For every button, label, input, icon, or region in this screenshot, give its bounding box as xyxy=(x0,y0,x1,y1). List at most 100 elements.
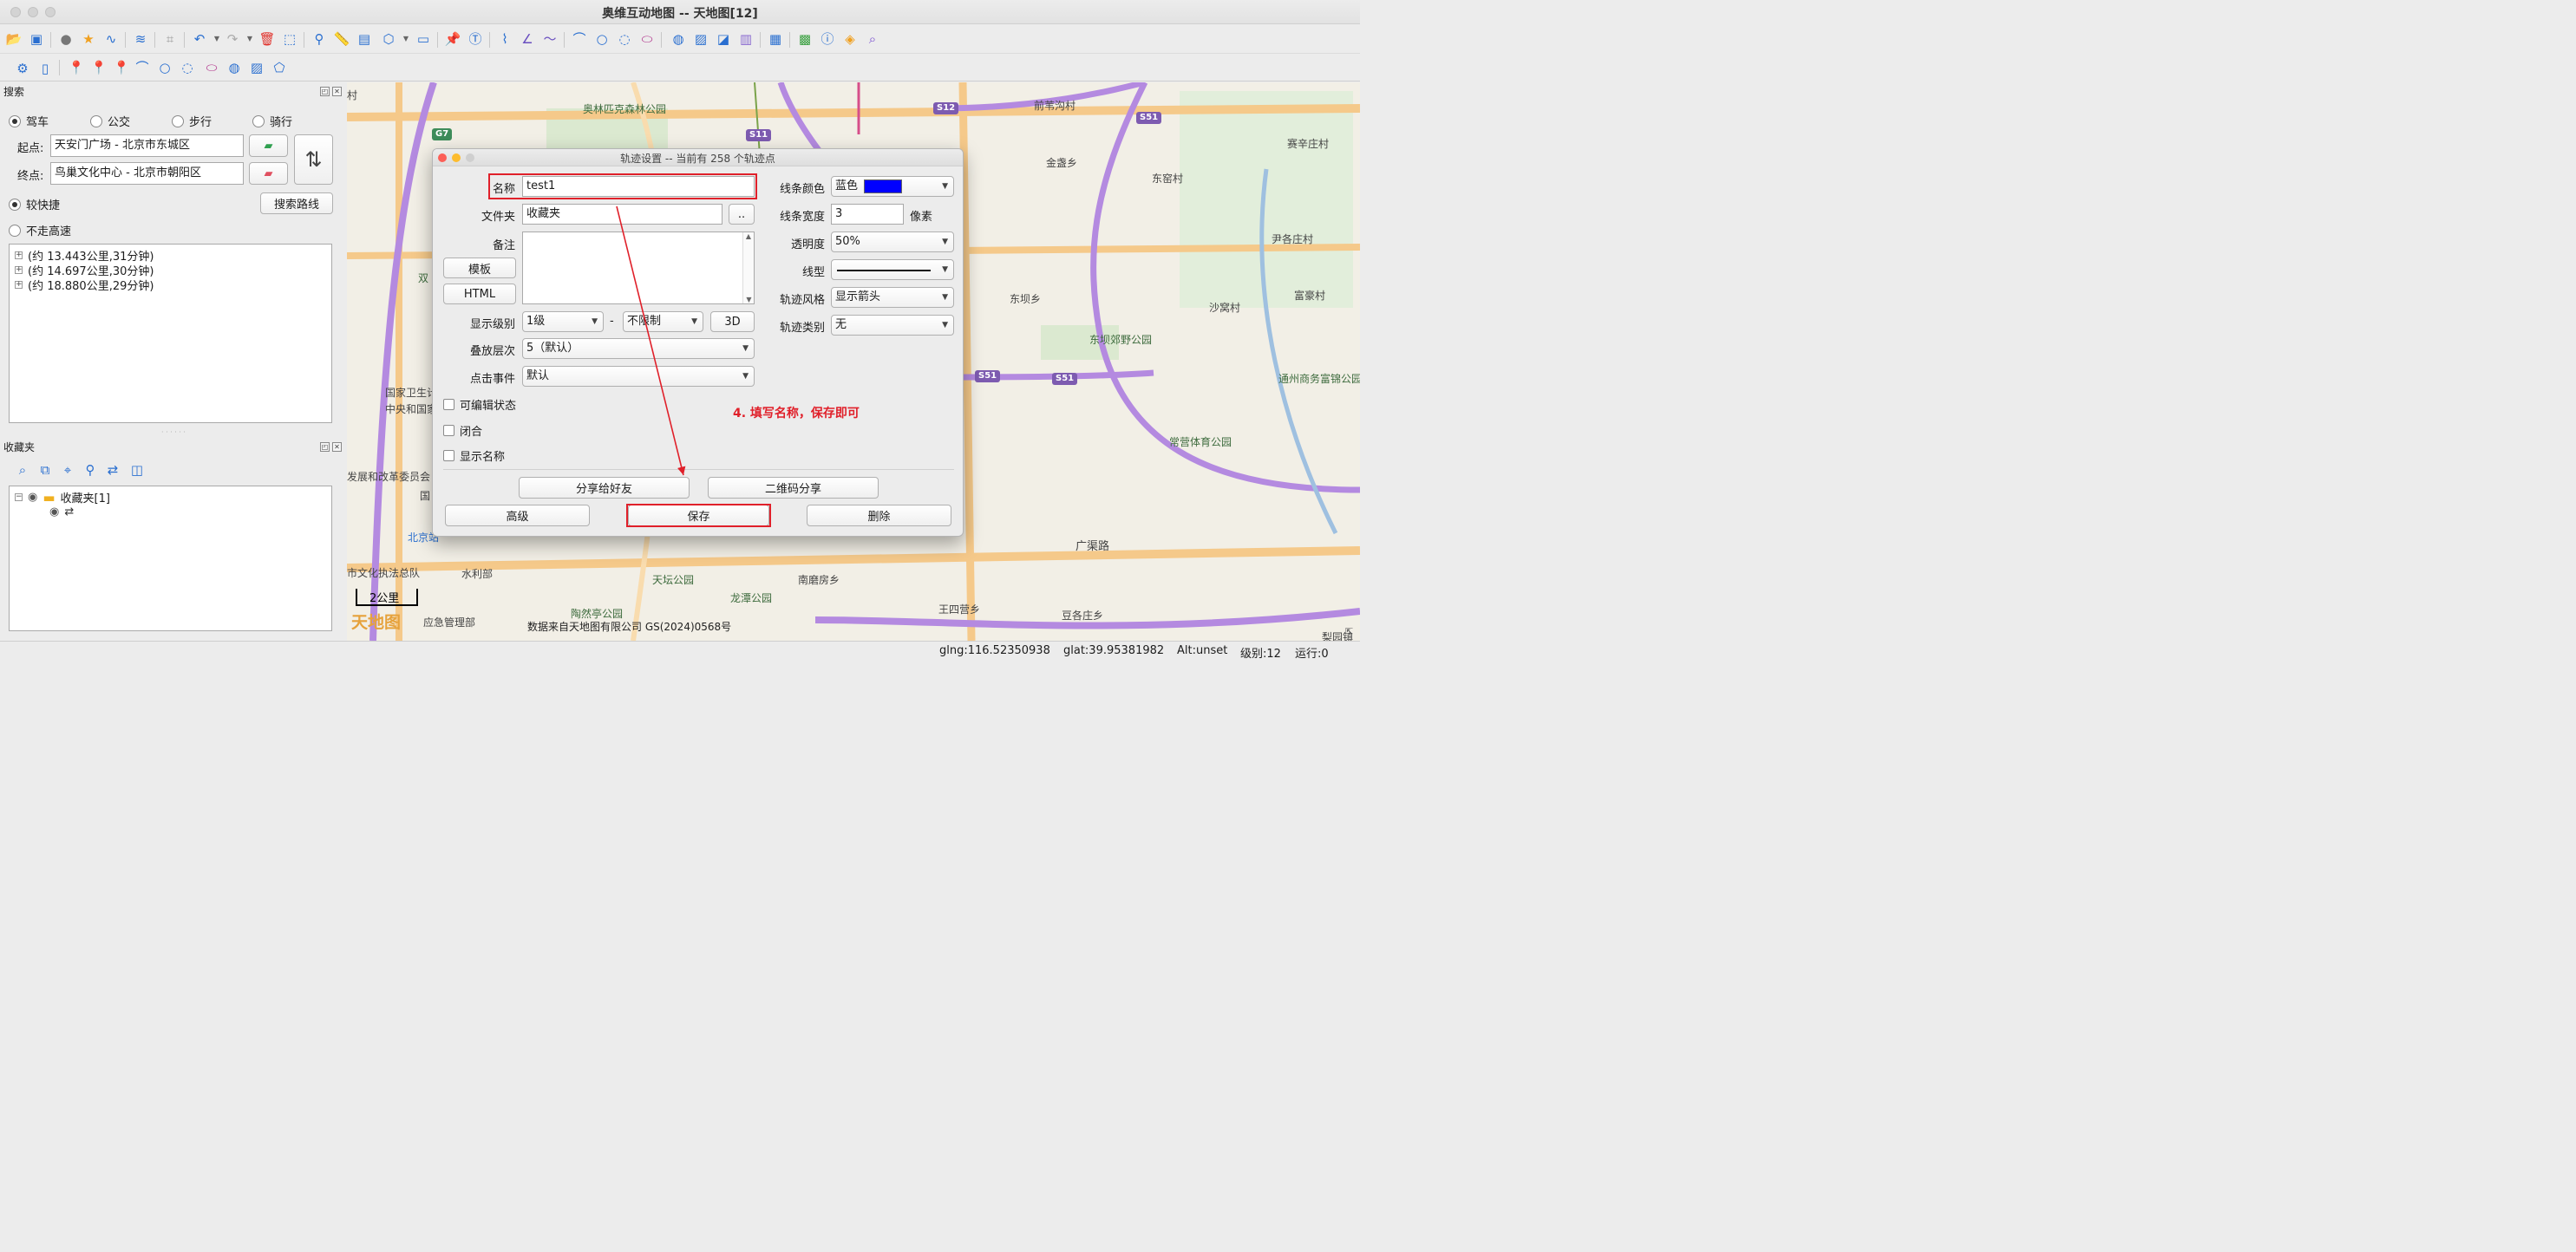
measure-area-icon[interactable]: ▤ xyxy=(356,30,373,48)
show-name-checkbox[interactable]: 显示名称 xyxy=(443,447,505,464)
track-type-select[interactable]: 无 ▼ xyxy=(831,315,954,336)
select-rect-icon[interactable]: ⬚ xyxy=(281,30,298,48)
undo-icon[interactable]: ↶ xyxy=(191,30,208,48)
info-icon[interactable]: ⓘ xyxy=(819,30,836,48)
line-type-select[interactable]: ▼ xyxy=(831,259,954,280)
favorites-folder-row[interactable]: − ◉ ▬ 收藏夹[1] xyxy=(15,489,110,505)
user-icon[interactable]: ● xyxy=(57,30,75,48)
arc-circle-tool-icon[interactable]: ◌ xyxy=(179,59,196,76)
template-button[interactable]: 模板 xyxy=(443,258,516,278)
track-style-select[interactable]: 显示箭头 ▼ xyxy=(831,287,954,308)
swap-button[interactable]: ⇅ xyxy=(294,134,333,185)
level-to-select[interactable]: 不限制 ▼ xyxy=(623,311,703,332)
mode-transit-radio[interactable]: 公交 xyxy=(90,113,130,129)
polyline-icon[interactable]: ⌇ xyxy=(496,30,513,48)
line-color-select[interactable]: 蓝色 ▼ xyxy=(831,176,954,197)
line-width-field[interactable]: 3 xyxy=(831,204,904,225)
close-panel-icon[interactable]: ✕ xyxy=(332,87,342,96)
search-icon[interactable]: ⌕ xyxy=(864,30,881,48)
fill-poly-icon[interactable]: ◪ xyxy=(715,30,732,48)
ellipse-tool-icon[interactable]: ⬭ xyxy=(203,59,220,76)
panel-splitter[interactable]: · · · · · · xyxy=(0,429,347,436)
fill-circle-tool-icon[interactable]: ◍ xyxy=(226,59,243,76)
curve-icon[interactable]: 〜 xyxy=(541,30,559,48)
closed-checkbox[interactable]: 闭合 xyxy=(443,422,482,439)
delete-icon[interactable]: 🗑 xyxy=(258,30,276,48)
table-icon[interactable]: ▦ xyxy=(767,30,784,48)
pref-no-highway-radio[interactable]: 不走高速 xyxy=(9,222,71,238)
search-favorites-icon[interactable]: ⌕ xyxy=(14,461,31,479)
angle-icon[interactable]: ∠ xyxy=(519,30,536,48)
camera-icon[interactable]: ▭ xyxy=(415,30,432,48)
favorites-track-row[interactable]: ◉ ⇄ xyxy=(49,505,74,518)
layer-order-select[interactable]: 5（默认） ▼ xyxy=(522,338,755,359)
qr-share-button[interactable]: 二维码分享 xyxy=(708,477,879,499)
fill-rect-icon[interactable]: ▨ xyxy=(692,30,709,48)
transfer-icon[interactable]: ⇄ xyxy=(104,461,121,479)
fill-rect-tool-icon[interactable]: ▨ xyxy=(248,59,265,76)
text-icon[interactable]: Ⓣ xyxy=(467,30,484,48)
opacity-select[interactable]: 50% ▼ xyxy=(831,231,954,252)
note-scrollbar[interactable]: ▲ ▼ xyxy=(742,232,754,303)
redo-icon[interactable]: ↷ xyxy=(224,30,241,48)
close-panel-icon[interactable]: ✕ xyxy=(332,442,342,452)
route-icon[interactable]: ∿ xyxy=(102,30,120,48)
diamond-icon[interactable]: ◈ xyxy=(841,30,859,48)
marker-icon[interactable]: ⚲ xyxy=(311,30,328,48)
pin-location-icon[interactable]: ⚲ xyxy=(82,461,99,479)
mode-walk-radio[interactable]: 步行 xyxy=(172,113,212,129)
ellipse-icon[interactable]: ⬭ xyxy=(638,30,656,48)
star-icon[interactable]: ★ xyxy=(80,30,97,48)
open-folder-icon[interactable]: 📂 xyxy=(5,30,23,48)
resize-corner-icon[interactable]: ⇱ xyxy=(1345,626,1357,638)
pin-icon[interactable]: 📌 xyxy=(444,30,461,48)
cube-dropdown-icon[interactable]: ▼ xyxy=(397,30,415,48)
start-pick-button[interactable]: ▰ xyxy=(249,134,288,157)
share-friend-button[interactable]: 分享给好友 xyxy=(519,477,690,499)
mode-bike-radio[interactable]: 骑行 xyxy=(252,113,292,129)
float-panel-icon[interactable]: ◰ xyxy=(320,442,330,452)
chat-icon[interactable]: ▩ xyxy=(796,30,814,48)
yellow-pushpin-icon[interactable]: 📍 xyxy=(68,59,85,76)
folder-browse-button[interactable]: .. xyxy=(729,204,755,225)
advanced-button[interactable]: 高级 xyxy=(445,505,590,526)
delete-button[interactable]: 删除 xyxy=(807,505,951,526)
pref-fast-radio[interactable]: 较快捷 xyxy=(9,196,60,212)
cube-icon[interactable]: ⬡ xyxy=(380,30,397,48)
locate-icon[interactable]: ⌖ xyxy=(59,461,76,479)
folder-field[interactable]: 收藏夹 xyxy=(522,204,722,225)
green-pushpin-icon[interactable]: 📍 xyxy=(113,59,130,76)
click-event-select[interactable]: 默认 ▼ xyxy=(522,366,755,387)
end-field[interactable]: 鸟巢文化中心 - 北京市朝阳区 xyxy=(50,162,244,185)
end-pick-button[interactable]: ▰ xyxy=(249,162,288,185)
level-from-select[interactable]: 1级 ▼ xyxy=(522,311,604,332)
mode-drive-radio[interactable]: 驾车 xyxy=(9,113,49,129)
settings-gear-icon[interactable]: ⚙ xyxy=(14,60,31,77)
shapes-icon[interactable]: ◫ xyxy=(128,461,146,479)
route-item[interactable]: + (约 18.880公里,29分钟) xyxy=(15,277,154,293)
polygon-tool-icon[interactable]: ⬠ xyxy=(271,59,288,76)
search-route-button[interactable]: 搜索路线 xyxy=(260,192,333,214)
copy-icon[interactable]: ⧉ xyxy=(36,461,54,479)
crop-icon[interactable]: ⌗ xyxy=(161,30,179,48)
fill-circle-icon[interactable]: ◍ xyxy=(670,30,687,48)
arc-icon[interactable]: ⌒ xyxy=(571,30,588,48)
circle-tool-icon[interactable]: ○ xyxy=(156,59,173,76)
html-button[interactable]: HTML xyxy=(443,284,516,304)
editable-checkbox[interactable]: 可编辑状态 xyxy=(443,396,516,413)
circle-icon[interactable]: ○ xyxy=(593,30,611,48)
arc-circle-icon[interactable]: ◌ xyxy=(616,30,633,48)
save-icon[interactable]: ▣ xyxy=(28,30,45,48)
document-icon[interactable]: ▯ xyxy=(36,60,54,77)
columns-icon[interactable]: ▥ xyxy=(737,30,755,48)
note-textarea[interactable] xyxy=(522,231,755,304)
ruler-icon[interactable]: 📏 xyxy=(333,30,350,48)
arc-line-icon[interactable]: ⌒ xyxy=(134,59,151,76)
3d-button[interactable]: 3D xyxy=(710,311,755,332)
layers-icon[interactable]: ≋ xyxy=(132,30,149,48)
start-field[interactable]: 天安门广场 - 北京市东城区 xyxy=(50,134,244,157)
blue-pushpin-icon[interactable]: 📍 xyxy=(90,59,108,76)
undo-dropdown-icon[interactable]: ▼ xyxy=(208,30,226,48)
float-panel-icon[interactable]: ◰ xyxy=(320,87,330,96)
redo-dropdown-icon[interactable]: ▼ xyxy=(241,30,258,48)
